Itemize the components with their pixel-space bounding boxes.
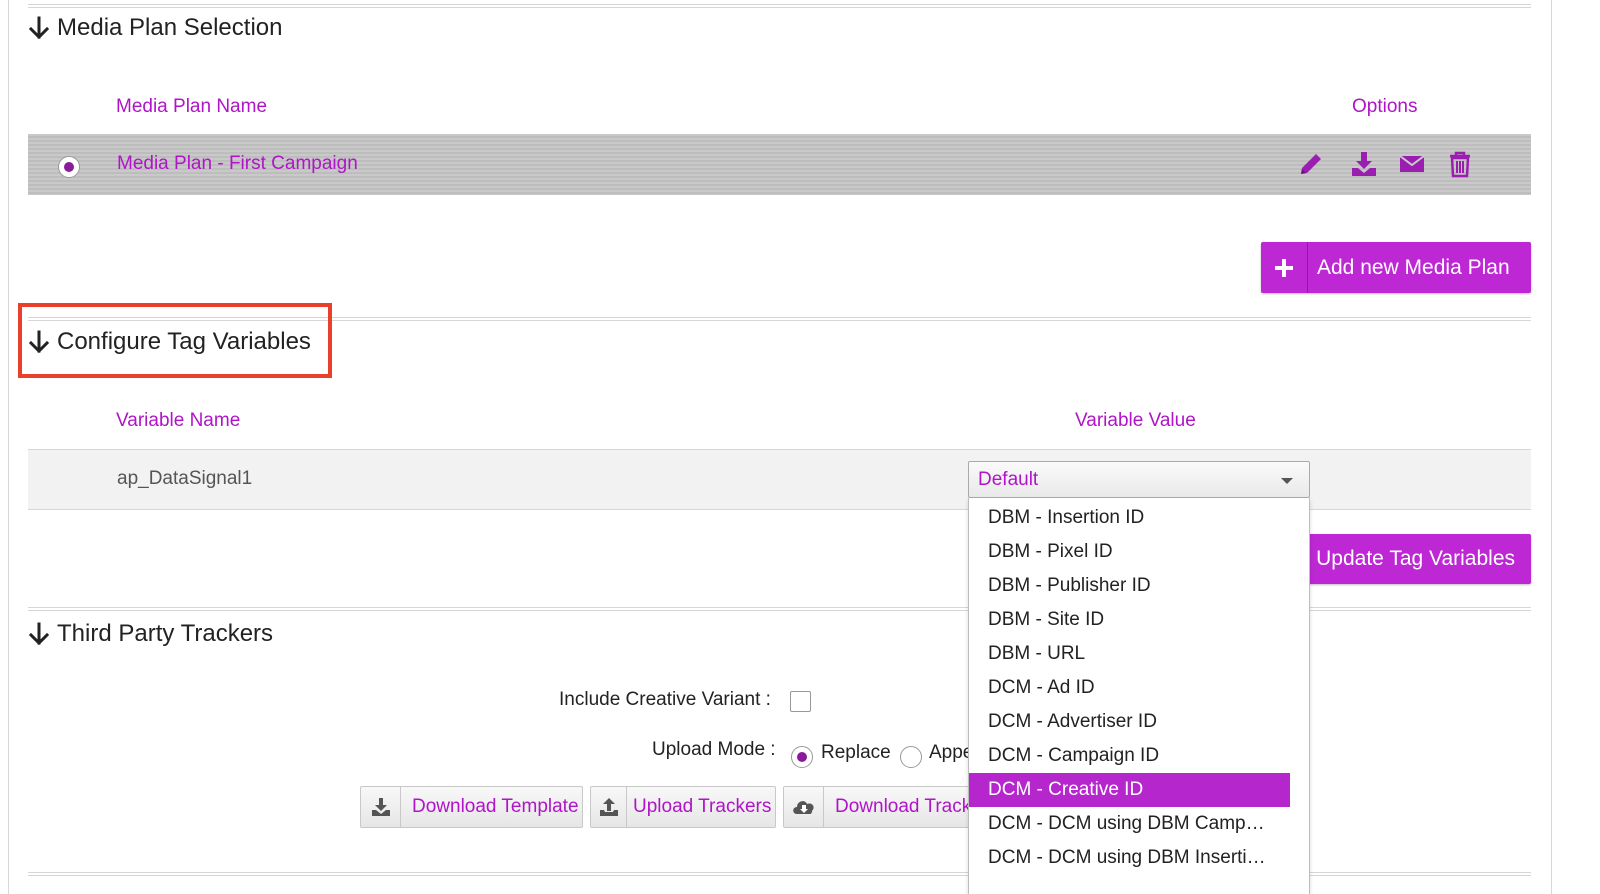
envelope-icon[interactable]: [1398, 150, 1426, 178]
variable-value-dropdown[interactable]: DBM - Insertion ID DBM - Pixel ID DBM - …: [968, 498, 1310, 894]
add-media-plan-button[interactable]: Add new Media Plan: [1261, 242, 1531, 293]
download-trackers-button[interactable]: Download Track: [783, 786, 983, 828]
download-template-label: Download Template: [412, 796, 579, 817]
plus-icon: [1261, 242, 1308, 293]
variable-value-select[interactable]: Default: [968, 461, 1310, 498]
dropdown-option[interactable]: DBM - Publisher ID: [969, 569, 1291, 603]
variable-name: ap_DataSignal1: [117, 468, 253, 489]
include-creative-variant-checkbox[interactable]: [790, 691, 811, 712]
arrow-down-icon: [28, 622, 50, 646]
media-plan-radio[interactable]: [58, 156, 80, 178]
dropdown-option[interactable]: DBM - Pixel ID: [969, 535, 1291, 569]
add-media-plan-label: Add new Media Plan: [1317, 255, 1510, 279]
section-divider: [28, 4, 1531, 8]
update-tag-variables-label: Update Tag Variables: [1316, 547, 1515, 570]
col-header-variable-name: Variable Name: [116, 410, 241, 431]
col-header-options: Options: [1352, 96, 1418, 117]
third-party-section-header[interactable]: Third Party Trackers: [28, 620, 273, 648]
dropdown-option[interactable]: DBM - URL: [969, 637, 1291, 671]
section-title: Media Plan Selection: [57, 14, 283, 41]
append-radio[interactable]: [900, 746, 922, 768]
media-plan-name[interactable]: Media Plan - First Campaign: [117, 153, 358, 175]
dropdown-option[interactable]: DCM - Advertiser ID: [969, 705, 1291, 739]
dropdown-option[interactable]: DCM - DCM using DBM Camp…: [969, 807, 1291, 841]
pencil-icon[interactable]: [1297, 150, 1325, 178]
include-creative-variant-label: Include Creative Variant :: [559, 689, 771, 710]
media-plan-section-header[interactable]: Media Plan Selection: [28, 14, 282, 42]
selected-value: Default: [978, 469, 1039, 490]
chevron-down-icon: [1281, 478, 1293, 484]
download-icon[interactable]: [1350, 150, 1378, 178]
replace-label: Replace: [821, 742, 891, 763]
dropdown-scrollbar[interactable]: [1290, 498, 1309, 894]
section-title: Third Party Trackers: [57, 620, 274, 647]
upload-trackers-button[interactable]: Upload Trackers: [590, 786, 776, 828]
download-icon: [361, 787, 401, 827]
annotation-highlight-box: [18, 303, 332, 378]
col-header-variable-value: Variable Value: [1075, 410, 1196, 431]
download-trackers-label: Download Track: [835, 796, 972, 817]
media-plan-row[interactable]: Media Plan - First Campaign: [28, 134, 1531, 195]
arrow-down-icon: [28, 16, 50, 40]
upload-mode-label: Upload Mode :: [652, 739, 776, 760]
upload-trackers-label: Upload Trackers: [633, 796, 772, 817]
trash-icon[interactable]: [1446, 150, 1474, 178]
dropdown-option[interactable]: DCM - Ad ID: [969, 671, 1291, 705]
replace-radio[interactable]: [791, 746, 813, 768]
dropdown-option[interactable]: DCM - DCM using DBM Inserti…: [969, 841, 1291, 875]
append-label: Appe: [929, 742, 974, 763]
update-tag-variables-button[interactable]: Update Tag Variables: [1303, 534, 1531, 584]
dropdown-option-highlighted[interactable]: DCM - Creative ID: [969, 773, 1291, 807]
dropdown-option[interactable]: DCM - Campaign ID: [969, 739, 1291, 773]
upload-icon: [591, 787, 627, 827]
col-header-media-plan-name: Media Plan Name: [116, 96, 268, 117]
dropdown-option[interactable]: DBM - Insertion ID: [969, 501, 1291, 535]
cloud-download-icon: [784, 787, 824, 827]
dropdown-option[interactable]: DBM - Site ID: [969, 603, 1291, 637]
download-template-button[interactable]: Download Template: [360, 786, 583, 828]
